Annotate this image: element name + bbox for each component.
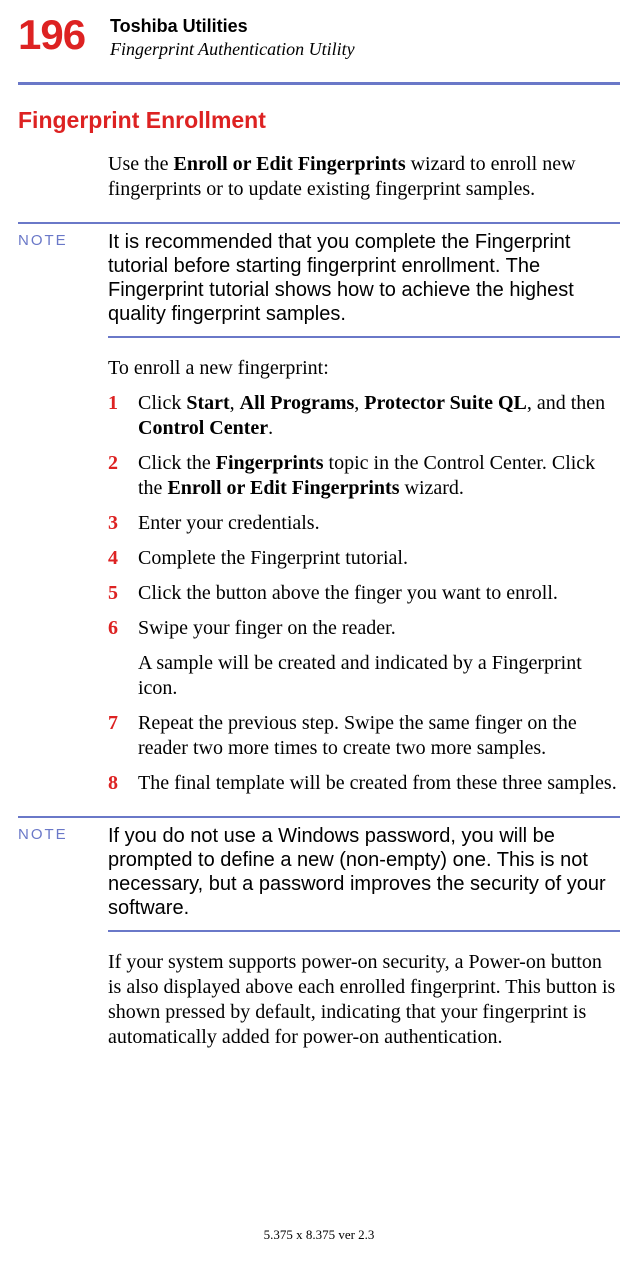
t: Control Center <box>138 417 268 439</box>
t: , <box>230 392 240 414</box>
note-rule <box>108 336 620 338</box>
closing-paragraph: If your system supports power-on securit… <box>108 950 620 1050</box>
t: wizard. <box>400 477 464 499</box>
note-text: If you do not use a Windows password, yo… <box>108 824 620 920</box>
step-number: 6 <box>108 616 138 641</box>
t: . <box>268 417 273 439</box>
step-body: Complete the Fingerprint tutorial. <box>138 546 620 571</box>
t: Protector Suite QL <box>364 392 527 414</box>
t: Fingerprints <box>216 452 324 474</box>
step-item: 5 Click the button above the finger you … <box>108 581 620 606</box>
step-body: Click the button above the finger you wa… <box>138 581 620 606</box>
step-number: 3 <box>108 511 138 536</box>
note-box-1: NOTE It is recommended that you complete… <box>18 222 620 338</box>
page-header: 196 Toshiba Utilities Fingerprint Authen… <box>0 0 638 68</box>
note-text: It is recommended that you complete the … <box>108 230 620 326</box>
step-item: 7 Repeat the previous step. Swipe the sa… <box>108 711 620 761</box>
step-number: 2 <box>108 451 138 501</box>
steps-list-cont: 7 Repeat the previous step. Swipe the sa… <box>108 711 620 796</box>
t: , <box>354 392 364 414</box>
step-number: 8 <box>108 771 138 796</box>
header-titles: Toshiba Utilities Fingerprint Authentica… <box>110 14 355 60</box>
note-box-2: NOTE If you do not use a Windows passwor… <box>18 816 620 932</box>
note-label: NOTE <box>18 824 108 920</box>
intro-bold: Enroll or Edit Fingerprints <box>174 153 406 175</box>
step-body: Repeat the previous step. Swipe the same… <box>138 711 620 761</box>
t: Click <box>138 392 186 414</box>
step-number: 1 <box>108 391 138 441</box>
intro-pre: Use the <box>108 153 174 175</box>
section-subtitle: Fingerprint Authentication Utility <box>110 39 355 60</box>
intro-paragraph: Use the Enroll or Edit Fingerprints wiza… <box>108 152 620 202</box>
step-body: Click Start, All Programs, Protector Sui… <box>138 391 620 441</box>
step-number: 7 <box>108 711 138 761</box>
note-rule <box>108 930 620 932</box>
step-body: The final template will be created from … <box>138 771 620 796</box>
step-number: 4 <box>108 546 138 571</box>
step-item: 2 Click the Fingerprints topic in the Co… <box>108 451 620 501</box>
t: Click the <box>138 452 216 474</box>
footer-text: 5.375 x 8.375 ver 2.3 <box>0 1227 638 1243</box>
step-body: Enter your credentials. <box>138 511 620 536</box>
header-rule <box>18 82 620 85</box>
step-item: 1 Click Start, All Programs, Protector S… <box>108 391 620 441</box>
step-item: 8 The final template will be created fro… <box>108 771 620 796</box>
t: All Programs <box>240 392 355 414</box>
step-item: 3 Enter your credentials. <box>108 511 620 536</box>
steps-list: 1 Click Start, All Programs, Protector S… <box>108 391 620 641</box>
chapter-title: Toshiba Utilities <box>110 16 355 37</box>
t: Start <box>186 392 229 414</box>
step-body: Click the Fingerprints topic in the Cont… <box>138 451 620 501</box>
page-number: 196 <box>0 14 110 56</box>
step-body: Swipe your finger on the reader. <box>138 616 620 641</box>
step-extra-text: A sample will be created and indicated b… <box>138 651 620 701</box>
t: , and then <box>527 392 605 414</box>
t: Enroll or Edit Fingerprints <box>167 477 399 499</box>
step-number: 5 <box>108 581 138 606</box>
step-item: 6 Swipe your finger on the reader. <box>108 616 620 641</box>
step-item: 4 Complete the Fingerprint tutorial. <box>108 546 620 571</box>
note-label: NOTE <box>18 230 108 326</box>
pre-steps-text: To enroll a new fingerprint: <box>108 356 620 381</box>
section-heading: Fingerprint Enrollment <box>18 107 638 134</box>
